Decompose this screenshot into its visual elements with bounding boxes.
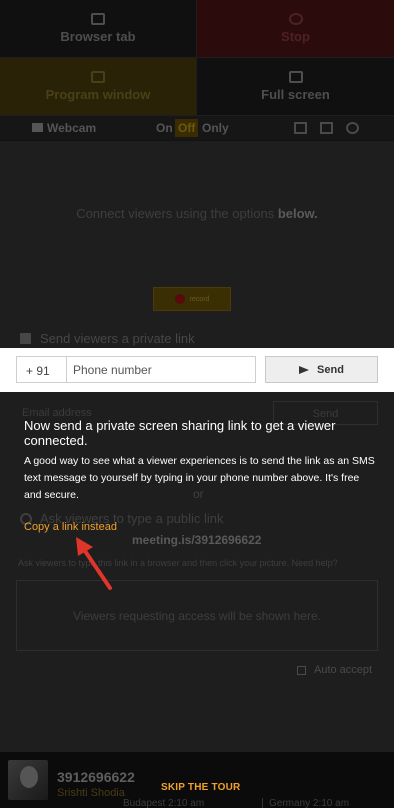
browser-tab-icon (91, 13, 105, 25)
browser-tab-tile[interactable]: Browser tab (0, 0, 196, 57)
program-window-icon (91, 71, 105, 83)
ask-viewers-text: Ask viewers to type this link in a brows… (18, 558, 338, 568)
webcam-off-option[interactable]: Off (175, 119, 199, 137)
lock-icon (20, 333, 31, 344)
bottom-bar: 3912696622 Srishti Shodia SKIP THE TOUR … (0, 752, 394, 808)
webcam-icon (32, 123, 43, 132)
avatar-figure (20, 766, 38, 788)
copy-link-button[interactable]: Copy a link instead (24, 521, 117, 533)
viewer-requests-placeholder: Viewers requesting access will be shown … (73, 608, 321, 623)
user-name: Srishti Shodia (57, 787, 125, 799)
connect-emphasis: below. (277, 206, 318, 221)
program-window-label: Program window (45, 87, 151, 102)
program-window-tile[interactable]: Program window (0, 58, 196, 115)
connect-text: Connect viewers using the options (76, 206, 275, 221)
webcam-bar: Webcam On Off Only (0, 116, 394, 141)
user-number: 3912696622 (57, 769, 135, 785)
webcam-label: Webcam (47, 121, 97, 135)
phone-number-input[interactable] (66, 356, 256, 383)
record-dot-icon (174, 294, 185, 304)
viewer-requests-box: Viewers requesting access will be shown … (16, 580, 378, 651)
clock-budapest: Budapest 2:10 am (123, 798, 205, 808)
clock-germany: Germany 2:10 am (262, 798, 349, 808)
private-link-heading: Send viewers a private link (20, 331, 195, 346)
record-button[interactable]: record (153, 287, 231, 311)
webcam-on-option[interactable]: On (156, 121, 173, 135)
full-screen-icon (288, 71, 303, 83)
settings-icon[interactable] (346, 122, 359, 134)
country-code-select[interactable]: + 91 (16, 356, 67, 383)
pointer-arrow-icon (76, 537, 112, 590)
full-screen-tile[interactable]: Full screen (197, 58, 394, 115)
browser-tab-label: Browser tab (60, 29, 136, 44)
full-screen-label: Full screen (261, 87, 330, 102)
phone-send-panel: + 91 Send (0, 348, 394, 392)
connect-instructions: Connect viewers using the options below. (0, 206, 394, 221)
send-icon (299, 365, 310, 374)
stop-label: Stop (281, 29, 310, 44)
send-sms-button[interactable]: Send (265, 356, 378, 383)
tour-body: A good way to see what a viewer experien… (24, 455, 375, 501)
skip-tour-button[interactable]: SKIP THE TOUR (161, 782, 240, 793)
picture-in-picture-icon[interactable] (320, 122, 333, 134)
record-label: record (189, 295, 210, 303)
auto-accept-row[interactable]: Auto accept (297, 664, 372, 676)
private-link-label: Send viewers a private link (40, 331, 195, 346)
auto-accept-label: Auto accept (314, 664, 373, 676)
avatar[interactable] (8, 760, 48, 800)
draw-icon[interactable] (294, 122, 307, 134)
send-sms-label: Send (317, 363, 344, 376)
stop-icon (288, 13, 303, 25)
tour-title: Now send a private screen sharing link t… (24, 418, 336, 448)
webcam-only-option[interactable]: Only (202, 121, 229, 135)
auto-accept-checkbox[interactable] (297, 665, 306, 675)
meeting-link[interactable]: meeting.is/3912696622 (132, 533, 261, 547)
stop-tile[interactable]: Stop (197, 0, 394, 57)
